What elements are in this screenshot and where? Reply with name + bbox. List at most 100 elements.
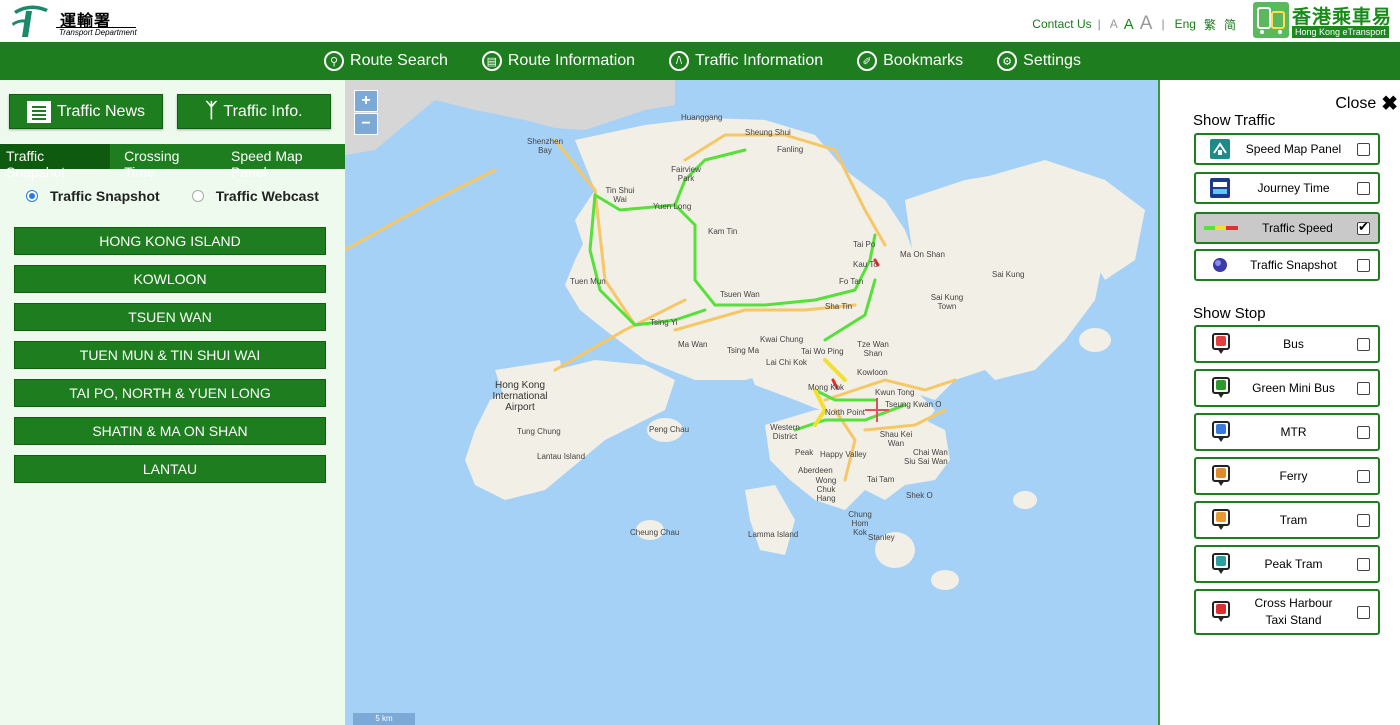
transport-department-logo[interactable]: 運輸署 Transport Department — [8, 3, 138, 39]
traffic-snapshot-icon — [1213, 258, 1227, 272]
zoom-in-button[interactable]: + — [354, 90, 378, 112]
gear-icon: ⚙ — [997, 51, 1018, 71]
lang-simplified[interactable]: 简 — [1224, 16, 1236, 33]
option-green-mini-bus[interactable]: Green Mini Bus — [1194, 369, 1380, 407]
option-peak-tram[interactable]: Peak Tram — [1194, 545, 1380, 583]
option-tram[interactable]: Tram — [1194, 501, 1380, 539]
option-checkbox[interactable] — [1357, 181, 1370, 195]
region-tai-po-button[interactable]: TAI PO, NORTH & YUEN LONG — [14, 379, 326, 407]
place-label: Tai Tam — [867, 475, 895, 484]
font-size-small[interactable]: A — [1110, 17, 1118, 31]
region-tuen-mun-button[interactable]: TUEN MUN & TIN SHUI WAI — [14, 341, 326, 369]
traffic-info-button[interactable]: ᛉ Traffic Info. — [177, 94, 331, 129]
tab-speed-map-panel[interactable]: Speed Map Panel — [225, 144, 345, 180]
option-bus-stop[interactable]: Bus — [1194, 325, 1380, 363]
region-lantau-button[interactable]: LANTAU — [14, 455, 326, 483]
zoom-out-button[interactable]: − — [354, 113, 378, 135]
place-label: Huanggang — [681, 113, 723, 122]
place-label: Tsing Ma — [727, 346, 760, 355]
close-icon: ✖ — [1381, 93, 1398, 115]
option-checkbox[interactable] — [1357, 605, 1370, 619]
option-ferry[interactable]: Ferry — [1194, 457, 1380, 495]
bus-stop-icon — [1212, 333, 1230, 355]
place-label: Sha Tin — [825, 302, 853, 311]
place-label: Kau To — [853, 260, 878, 269]
island-landmass — [1013, 491, 1037, 509]
etransport-logo[interactable]: 香港乘車易 Hong Kong eTransport — [1253, 2, 1398, 38]
place-label: Tai Wo Ping — [801, 347, 844, 356]
taxi-stand-icon — [1212, 601, 1230, 623]
nav-settings[interactable]: ⚙ Settings — [997, 51, 1081, 71]
main-nav: ⚲ Route Search ▤ Route Information /\ Tr… — [0, 42, 1400, 80]
option-checkbox[interactable] — [1357, 258, 1370, 272]
option-checkbox[interactable] — [1357, 142, 1370, 156]
speed-map-panel-icon — [1210, 139, 1230, 159]
place-label: Fairview Park — [671, 165, 701, 183]
nav-traffic-information[interactable]: /\ Traffic Information — [669, 51, 823, 71]
lang-traditional[interactable]: 繁 — [1204, 16, 1216, 33]
traffic-news-button[interactable]: Traffic News — [9, 94, 163, 129]
tab-crossing-time[interactable]: Crossing Time — [118, 144, 217, 180]
separator: | — [1161, 17, 1165, 31]
region-kowloon-button[interactable]: KOWLOON — [14, 265, 326, 293]
contact-us-link[interactable]: Contact Us — [1032, 17, 1091, 31]
place-label: Kowloon — [857, 368, 888, 377]
option-cross-harbour-taxi-stand[interactable]: Cross Harbour Taxi Stand — [1194, 589, 1380, 635]
option-traffic-snapshot[interactable]: Traffic Snapshot — [1194, 249, 1380, 281]
nav-route-information[interactable]: ▤ Route Information — [481, 51, 635, 71]
place-label: Sai Kung Town — [930, 293, 964, 311]
nav-route-search[interactable]: ⚲ Route Search — [324, 51, 448, 71]
radio-traffic-snapshot[interactable] — [26, 190, 38, 202]
option-checkbox[interactable] — [1357, 557, 1370, 571]
close-label: Close — [1335, 94, 1377, 112]
place-label: Fanling — [777, 145, 804, 154]
option-checkbox[interactable] — [1357, 337, 1370, 351]
region-hong-kong-island-button[interactable]: HONG KONG ISLAND — [14, 227, 326, 255]
option-label: Bus — [1283, 336, 1304, 351]
ferry-stop-icon — [1212, 465, 1230, 487]
option-checkbox[interactable] — [1357, 469, 1370, 483]
bookmark-icon: ✐ — [857, 51, 878, 71]
close-panel-button[interactable]: Close ✖ — [1335, 91, 1398, 116]
option-checkbox[interactable] — [1357, 513, 1370, 527]
radio-webcast-wrap: Traffic Webcast — [191, 188, 319, 204]
place-label: Hong Kong International Airport — [492, 380, 548, 413]
place-label: Shau Kei Wan — [879, 430, 913, 448]
separator: | — [1097, 17, 1101, 31]
place-label: Happy Valley — [820, 450, 867, 459]
radio-traffic-webcast[interactable] — [191, 190, 204, 202]
place-label: Western District — [770, 423, 800, 441]
nav-bookmarks[interactable]: ✐ Bookmarks — [857, 51, 963, 71]
font-size-large[interactable]: A — [1140, 13, 1153, 35]
region-shatin-button[interactable]: SHATIN & MA ON SHAN — [14, 417, 326, 445]
nav-label: Route Search — [350, 52, 448, 69]
place-label: Peng Chau — [649, 425, 690, 434]
place-label: Mong Kok — [808, 383, 845, 392]
option-traffic-speed[interactable]: Traffic Speed — [1194, 212, 1380, 244]
font-size-medium[interactable]: A — [1124, 16, 1134, 33]
search-icon: ⚲ — [324, 51, 345, 71]
tab-traffic-snapshot[interactable]: Traffic Snapshot — [0, 144, 111, 180]
island-landmass — [931, 570, 959, 590]
td-logo-english: Transport Department — [59, 28, 137, 37]
option-speed-map-panel[interactable]: Speed Map Panel — [1194, 133, 1380, 165]
place-label: Tai Po — [853, 240, 876, 249]
radio-traffic-webcast-label: Traffic Webcast — [215, 188, 319, 204]
place-label: Lantau Island — [537, 452, 586, 461]
option-checkbox[interactable] — [1357, 425, 1370, 439]
place-label: Aberdeen — [798, 466, 833, 475]
road-icon: /\ — [669, 51, 690, 71]
traffic-map[interactable]: + − Huanggang Sheung Shui Fanling Shenzh… — [345, 80, 1158, 725]
option-checkbox[interactable] — [1357, 381, 1370, 395]
option-label: Tram — [1279, 512, 1308, 527]
top-header: 運輸署 Transport Department Contact Us | A … — [0, 0, 1400, 42]
nav-label: Traffic Information — [695, 52, 824, 69]
option-mtr[interactable]: MTR — [1194, 413, 1380, 451]
lang-english[interactable]: Eng — [1175, 17, 1196, 31]
place-label: Tin Shui Wai — [605, 186, 635, 204]
region-tsuen-wan-button[interactable]: TSUEN WAN — [14, 303, 326, 331]
option-journey-time[interactable]: Journey Time — [1194, 172, 1380, 204]
place-label: North Point — [825, 408, 866, 417]
place-label: Sai Kung — [992, 270, 1025, 279]
option-checkbox[interactable] — [1357, 219, 1370, 235]
